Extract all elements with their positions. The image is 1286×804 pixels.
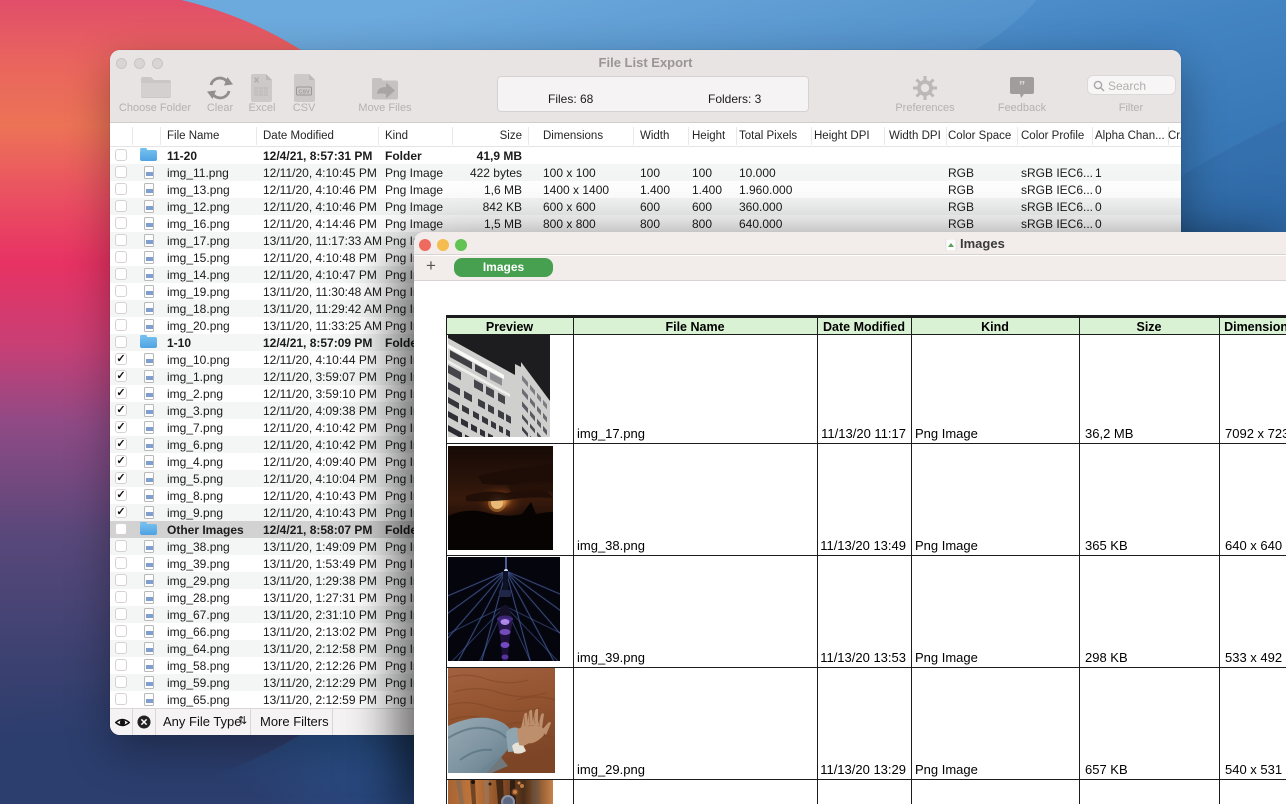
svg-text:”: ” [1019, 78, 1026, 93]
svg-text:CSV: CSV [298, 90, 310, 96]
